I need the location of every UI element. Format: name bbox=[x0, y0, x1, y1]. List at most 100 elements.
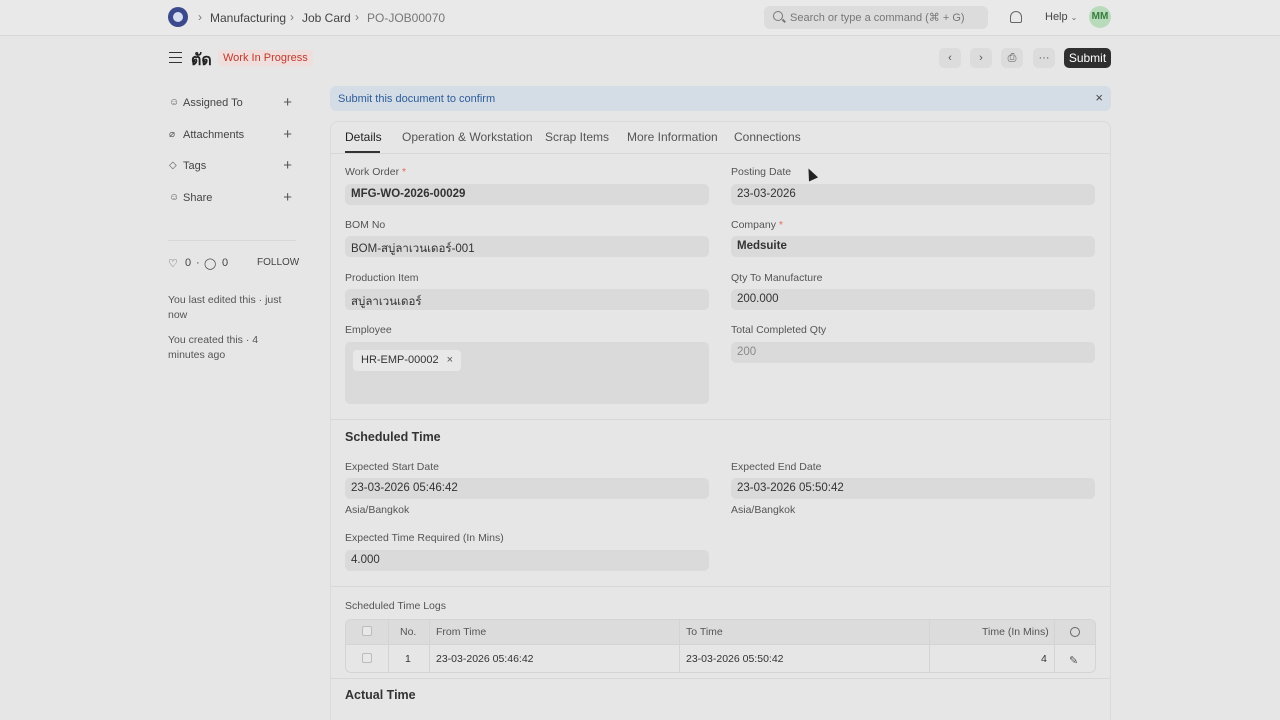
posting-date-value: 23-03-2026 bbox=[737, 188, 796, 200]
ellipsis-icon: ··· bbox=[1038, 52, 1050, 64]
comment-count: 0 bbox=[222, 257, 229, 269]
tab-more-information[interactable]: More Information bbox=[627, 130, 718, 144]
company-value: Medsuite bbox=[737, 240, 787, 252]
close-icon[interactable]: × bbox=[1095, 90, 1103, 105]
chevron-right-icon: › bbox=[290, 10, 294, 24]
employee-pill[interactable]: HR-EMP-00002 × bbox=[353, 350, 462, 371]
breadcrumb-job-card[interactable]: Job Card bbox=[302, 11, 351, 25]
activity-created: You created this · 4 minutes ago bbox=[168, 334, 259, 361]
qty-to-manufacture-value: 200.000 bbox=[737, 293, 779, 305]
heart-icon[interactable]: ♡ bbox=[168, 257, 178, 270]
submit-button[interactable]: Submit bbox=[1064, 48, 1111, 68]
sidebar-item-label: Assigned To bbox=[183, 97, 243, 109]
help-dropdown[interactable]: Help ⌄ bbox=[1045, 11, 1077, 23]
like-count: 0 bbox=[185, 257, 192, 269]
qty-to-manufacture-field[interactable]: 200.000 bbox=[731, 289, 1095, 310]
search-input[interactable]: Search or type a command (⌘ + G) bbox=[764, 6, 988, 29]
add-share-icon[interactable]: + bbox=[283, 189, 292, 206]
col-no: No. bbox=[400, 626, 417, 638]
select-all-checkbox[interactable] bbox=[362, 626, 372, 636]
sidebar-item-label: Share bbox=[183, 192, 213, 204]
next-doc-button[interactable]: › bbox=[970, 48, 992, 68]
breadcrumb-current-doc[interactable]: PO-JOB00070 bbox=[367, 11, 445, 25]
employee-field[interactable]: HR-EMP-00002 × bbox=[345, 342, 709, 404]
search-placeholder: Search or type a command (⌘ + G) bbox=[790, 12, 965, 24]
add-attachment-icon[interactable]: + bbox=[283, 126, 292, 143]
prev-doc-button[interactable]: ‹ bbox=[939, 48, 961, 68]
chevron-down-icon: ⌄ bbox=[1070, 13, 1078, 22]
company-label: Company * bbox=[731, 219, 783, 231]
employee-label: Employee bbox=[345, 324, 392, 336]
bell-icon[interactable] bbox=[1010, 11, 1022, 23]
paperclip-icon: ⌀ bbox=[169, 129, 176, 140]
cell-to-time[interactable]: 23-03-2026 05:50:42 bbox=[686, 645, 784, 672]
sidebar-item-share[interactable]: ☺ Share + bbox=[168, 189, 292, 207]
table-header: No. From Time To Time Time (In Mins) bbox=[346, 620, 1095, 645]
tab-operation-workstation[interactable]: Operation & Workstation bbox=[402, 130, 533, 144]
sidebar-item-assigned-to[interactable]: ☺ Assigned To + bbox=[168, 94, 292, 112]
expected-end-field[interactable]: 23-03-2026 05:50:42 bbox=[731, 478, 1095, 499]
work-order-field[interactable]: MFG-WO-2026-00029 bbox=[345, 184, 709, 205]
expected-start-value: 23-03-2026 05:46:42 bbox=[351, 482, 458, 494]
sidebar-item-label: Attachments bbox=[183, 129, 245, 141]
user-icon: ☺ bbox=[169, 97, 180, 108]
required-asterisk: * bbox=[778, 219, 783, 231]
navbar: › Manufacturing › Job Card › PO-JOB00070… bbox=[0, 0, 1280, 36]
tag-icon: ◇ bbox=[169, 160, 177, 171]
sidebar-item-label: Tags bbox=[183, 160, 207, 172]
work-order-label-text: Work Order bbox=[345, 166, 400, 178]
sidebar-toggle-icon[interactable] bbox=[169, 52, 182, 63]
column-divider bbox=[1054, 620, 1055, 672]
table-row[interactable]: 1 23-03-2026 05:46:42 23-03-2026 05:50:4… bbox=[346, 645, 1095, 672]
share-icon: ☺ bbox=[169, 192, 180, 203]
cell-from-time[interactable]: 23-03-2026 05:46:42 bbox=[436, 645, 534, 672]
add-tag-icon[interactable]: + bbox=[283, 157, 292, 174]
column-divider bbox=[929, 620, 930, 672]
total-completed-qty-value: 200 bbox=[737, 346, 757, 358]
time-required-field[interactable]: 4.000 bbox=[345, 550, 709, 571]
posting-date-field[interactable]: 23-03-2026 bbox=[731, 184, 1095, 205]
column-divider bbox=[429, 620, 430, 672]
page-title: ตัด bbox=[191, 52, 212, 69]
bom-no-field[interactable]: BOM-สบู่ลาเวนเดอร์-001 bbox=[345, 236, 709, 257]
company-label-text: Company bbox=[731, 219, 776, 231]
production-item-label: Production Item bbox=[345, 272, 419, 284]
sidebar-item-tags[interactable]: ◇ Tags + bbox=[168, 157, 292, 175]
total-completed-qty-label: Total Completed Qty bbox=[731, 324, 827, 336]
bom-no-value: BOM-สบู่ลาเวนเดอร์-001 bbox=[351, 243, 475, 255]
edit-row-icon[interactable]: ✎ bbox=[1069, 654, 1078, 667]
expected-end-label: Expected End Date bbox=[731, 461, 822, 473]
breadcrumb-manufacturing[interactable]: Manufacturing bbox=[210, 11, 286, 25]
app-logo[interactable] bbox=[168, 7, 188, 27]
chevron-right-icon: › bbox=[198, 10, 202, 24]
sidebar-item-attachments[interactable]: ⌀ Attachments + bbox=[168, 126, 292, 144]
bom-no-label: BOM No bbox=[345, 219, 386, 231]
comment-icon[interactable]: ◯ bbox=[204, 257, 216, 270]
tab-connections[interactable]: Connections bbox=[734, 130, 801, 144]
follow-button[interactable]: FOLLOW bbox=[257, 257, 299, 268]
work-order-label: Work Order * bbox=[345, 166, 406, 178]
status-badge: Work In Progress bbox=[218, 50, 313, 66]
timezone-hint: Asia/Bangkok bbox=[731, 504, 796, 516]
expected-start-field[interactable]: 23-03-2026 05:46:42 bbox=[345, 478, 709, 499]
company-field[interactable]: Medsuite bbox=[731, 236, 1095, 257]
scheduled-time-logs-label: Scheduled Time Logs bbox=[345, 600, 446, 612]
chevron-left-icon: ‹ bbox=[948, 52, 952, 64]
row-checkbox[interactable] bbox=[362, 653, 372, 663]
more-actions-button[interactable]: ··· bbox=[1033, 48, 1055, 68]
section-divider bbox=[331, 678, 1110, 679]
add-assignee-icon[interactable]: + bbox=[283, 94, 292, 111]
cell-time-mins[interactable]: 4 bbox=[1041, 645, 1047, 672]
remove-icon[interactable]: × bbox=[447, 354, 453, 366]
avatar[interactable]: MM bbox=[1089, 6, 1111, 28]
sidebar-divider bbox=[168, 240, 296, 241]
tab-details[interactable]: Details bbox=[345, 130, 382, 144]
production-item-field[interactable]: สบู่ลาเวนเดอร์ bbox=[345, 289, 709, 310]
chevron-right-icon: › bbox=[979, 52, 983, 64]
section-divider bbox=[331, 419, 1110, 420]
cell-no: 1 bbox=[405, 653, 411, 665]
tab-scrap-items[interactable]: Scrap Items bbox=[545, 130, 609, 144]
scheduled-time-logs-table: No. From Time To Time Time (In Mins) 1 2… bbox=[345, 619, 1096, 673]
gear-icon[interactable] bbox=[1070, 627, 1080, 637]
print-button[interactable]: ⎙ bbox=[1001, 48, 1023, 68]
